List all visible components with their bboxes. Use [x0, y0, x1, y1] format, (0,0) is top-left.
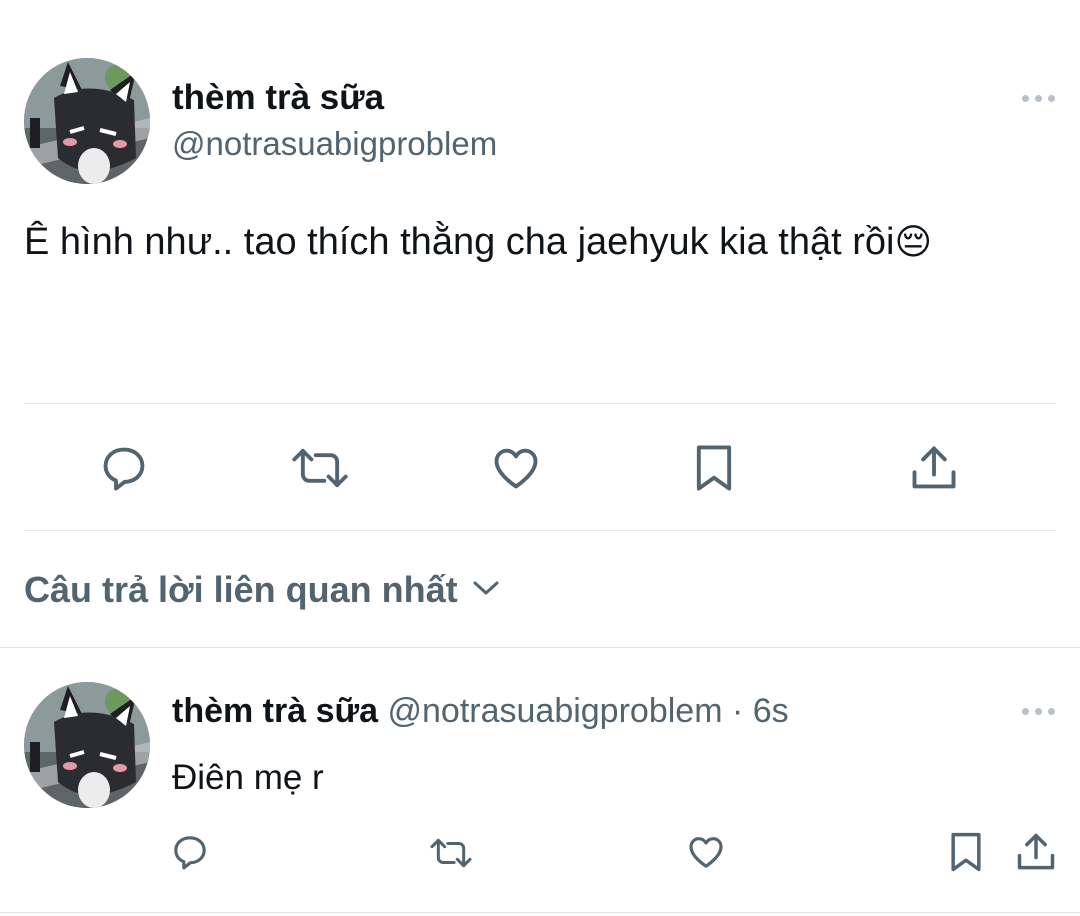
divider — [0, 647, 1080, 648]
share-icon[interactable] — [908, 442, 960, 494]
reply-avatar[interactable] — [24, 682, 150, 808]
author-name[interactable]: thèm trà sữa — [172, 78, 384, 118]
divider — [0, 912, 1080, 913]
tweet-text-body: Ê hình như.. tao thích thằng cha jaehyuk… — [24, 221, 895, 263]
bookmark-icon[interactable] — [688, 442, 740, 494]
reply-text: Điên mẹ r — [172, 758, 324, 797]
reply-bookmark-icon[interactable] — [944, 830, 988, 874]
reply-icon[interactable] — [98, 442, 150, 494]
retweet-icon[interactable] — [290, 442, 350, 494]
pensive-emoji: 😔 — [894, 221, 932, 262]
divider — [24, 530, 1056, 531]
more-options-icon[interactable] — [1022, 95, 1055, 102]
reply-author-name[interactable]: thèm trà sữa — [172, 692, 378, 730]
reply-more-options-icon[interactable] — [1022, 708, 1055, 715]
divider — [24, 403, 1056, 404]
tweet-text: Ê hình như.. tao thích thằng cha jaehyuk… — [24, 218, 932, 266]
reply-timestamp[interactable]: 6s — [753, 692, 789, 730]
avatar-image — [24, 682, 150, 808]
avatar[interactable] — [24, 58, 150, 184]
reply-share-icon[interactable] — [1014, 830, 1058, 874]
replies-sort-label: Câu trả lời liên quan nhất — [24, 569, 458, 610]
replies-sort-dropdown[interactable]: Câu trả lời liên quan nhất — [24, 568, 500, 612]
reply-author-handle[interactable]: @notrasuabigproblem — [387, 692, 722, 730]
avatar-image — [24, 58, 150, 184]
reply-reply-icon[interactable] — [170, 832, 210, 872]
author-handle[interactable]: @notrasuabigproblem — [172, 124, 497, 164]
like-icon[interactable] — [490, 442, 542, 494]
reply-separator: · — [731, 692, 744, 730]
reply-retweet-icon[interactable] — [428, 834, 474, 872]
reply-header: thèm trà sữa @notrasuabigproblem · 6s — [172, 690, 789, 732]
chevron-down-icon — [472, 578, 500, 603]
reply-like-icon[interactable] — [686, 832, 726, 872]
